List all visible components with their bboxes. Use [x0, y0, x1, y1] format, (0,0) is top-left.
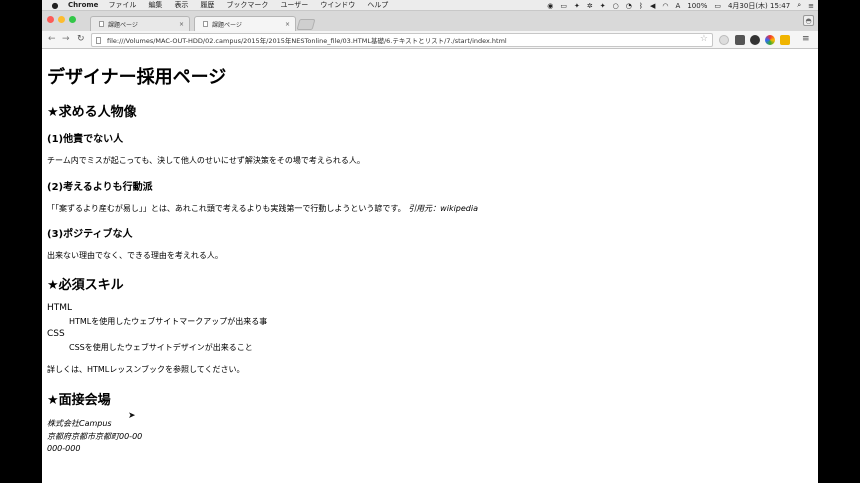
gear-icon[interactable]: ✲: [587, 2, 593, 10]
bluetooth-icon[interactable]: ᛒ: [639, 2, 643, 10]
menu-view[interactable]: 表示: [174, 0, 188, 10]
menu-bookmarks[interactable]: ブックマーク: [226, 0, 268, 10]
section-heading-venue: ★面接会場: [47, 393, 111, 408]
quote-text: 「「案ずるより産むが易し」」とは、あれこれ頭で考えるよりも実践第一で行動しようと…: [47, 204, 406, 213]
profile-icon[interactable]: ◓: [803, 15, 814, 26]
tab-1[interactable]: 課題ページ ×: [90, 16, 190, 31]
dropbox-icon[interactable]: ✦: [574, 2, 580, 10]
item-heading: (1)他責でない人: [47, 134, 124, 145]
page-title: デザイナー採用ページ: [47, 67, 227, 88]
zoom-window-button[interactable]: [69, 16, 76, 23]
spotlight-search-icon[interactable]: ⌕: [797, 1, 801, 10]
tab-title: 課題ページ: [212, 21, 242, 29]
address-line: 000-000: [47, 444, 81, 453]
menu-window[interactable]: ウインドウ: [320, 0, 355, 10]
menubar-datetime[interactable]: 4月30日(木) 15:47: [728, 1, 790, 11]
notification-center-icon[interactable]: ≡: [808, 2, 814, 10]
time-machine-icon[interactable]: ◔: [626, 2, 632, 10]
tab-close-icon[interactable]: ×: [179, 21, 184, 28]
apple-menu-icon[interactable]: ●: [42, 1, 68, 10]
menu-icon[interactable]: ≡: [802, 34, 810, 44]
new-tab-button[interactable]: [296, 19, 316, 30]
skill-term: HTML: [47, 303, 73, 313]
tab-close-icon[interactable]: ×: [285, 21, 290, 28]
extension-icon[interactable]: [780, 35, 790, 45]
extension-icon[interactable]: [735, 35, 745, 45]
airplay-icon[interactable]: ▭: [560, 2, 567, 10]
item-heading: (3)ポジティブな人: [47, 229, 133, 240]
item-text: チーム内でミスが起こっても、決して他人のせいにせず解決策をその場で考えられる人。: [47, 156, 365, 165]
address-bar[interactable]: file:///Volumes/MAC-OUT-HDD/02.campus/20…: [91, 33, 713, 47]
item-heading: (2)考えるよりも行動派: [47, 182, 153, 193]
mac-menubar: ● Chrome ファイル 編集 表示 履歴 ブックマーク ユーザー ウインドウ…: [42, 0, 818, 11]
section-heading-skills: ★必須スキル: [47, 278, 124, 293]
bookmark-star-icon[interactable]: ☆: [700, 34, 708, 44]
record-icon[interactable]: ◉: [547, 2, 553, 10]
tab-strip: 課題ページ × 課題ページ × ◓: [42, 11, 818, 31]
address-line: 株式会社Campus: [47, 419, 112, 428]
back-arrow-icon[interactable]: ←: [48, 34, 56, 44]
minimize-window-button[interactable]: [58, 16, 65, 23]
item-text: 出来ない理由でなく、できる理由を考えれる人。: [47, 251, 223, 260]
input-source-icon[interactable]: A: [676, 2, 681, 10]
reload-icon[interactable]: ↻: [77, 34, 85, 44]
tab-2-active[interactable]: 課題ページ ×: [194, 16, 296, 31]
window-controls: [47, 16, 76, 23]
wifi-icon[interactable]: ◠: [662, 2, 668, 10]
skill-term: CSS: [47, 329, 65, 339]
menu-app-name[interactable]: Chrome: [68, 1, 98, 9]
menubar-status-area: ◉ ▭ ✦ ✲ ✦ ○ ◔ ᛒ ◀ ◠ A 100% ▭ 4月30日(木) 15…: [547, 0, 814, 11]
dropbox-alt-icon[interactable]: ✦: [600, 2, 606, 10]
page-icon: [96, 37, 101, 44]
menu-history[interactable]: 履歴: [200, 0, 214, 10]
citation: 引用元：wikipedia: [408, 204, 479, 213]
menu-user[interactable]: ユーザー: [280, 0, 308, 10]
extension-icon[interactable]: [750, 35, 760, 45]
item-text-with-cite: 「「案ずるより産むが易し」」とは、あれこれ頭で考えるよりも実践第一で行動しようと…: [47, 203, 478, 214]
tab-title: 課題ページ: [108, 21, 138, 29]
browser-window: ● Chrome ファイル 編集 表示 履歴 ブックマーク ユーザー ウインドウ…: [42, 0, 818, 483]
skill-description: CSSを使用したウェブサイトデザインが出来ること: [69, 343, 253, 352]
skill-description: HTMLを使用したウェブサイトマークアップが出来る事: [69, 317, 268, 326]
extension-icon[interactable]: [719, 35, 729, 45]
browser-toolbar: ← → ↻ file:///Volumes/MAC-OUT-HDD/02.cam…: [42, 31, 818, 49]
menu-help[interactable]: ヘルプ: [367, 0, 388, 10]
battery-icon[interactable]: ▭: [714, 2, 721, 10]
close-window-button[interactable]: [47, 16, 54, 23]
battery-percent: 100%: [687, 1, 708, 10]
volume-icon[interactable]: ◀: [650, 2, 655, 10]
section-heading-persona: ★求める人物像: [47, 105, 137, 120]
menu-edit[interactable]: 編集: [148, 0, 162, 10]
page-content: デザイナー採用ページ ★求める人物像 (1)他責でない人 チーム内でミスが起こっ…: [42, 49, 818, 483]
url-text[interactable]: file:///Volumes/MAC-OUT-HDD/02.campus/20…: [107, 35, 507, 45]
chrome-extension-icon[interactable]: [765, 35, 775, 45]
menu-file[interactable]: ファイル: [108, 0, 136, 10]
forward-arrow-icon[interactable]: →: [62, 34, 70, 44]
document-icon: [203, 21, 208, 27]
circle-icon[interactable]: ○: [613, 2, 619, 10]
document-icon: [99, 21, 104, 27]
address-line: 京都府京都市京都町00-00: [47, 432, 143, 441]
skills-note: 詳しくは、HTMLレッスンブックを参照してください。: [47, 365, 245, 374]
mouse-cursor-icon: ➤: [128, 411, 136, 421]
